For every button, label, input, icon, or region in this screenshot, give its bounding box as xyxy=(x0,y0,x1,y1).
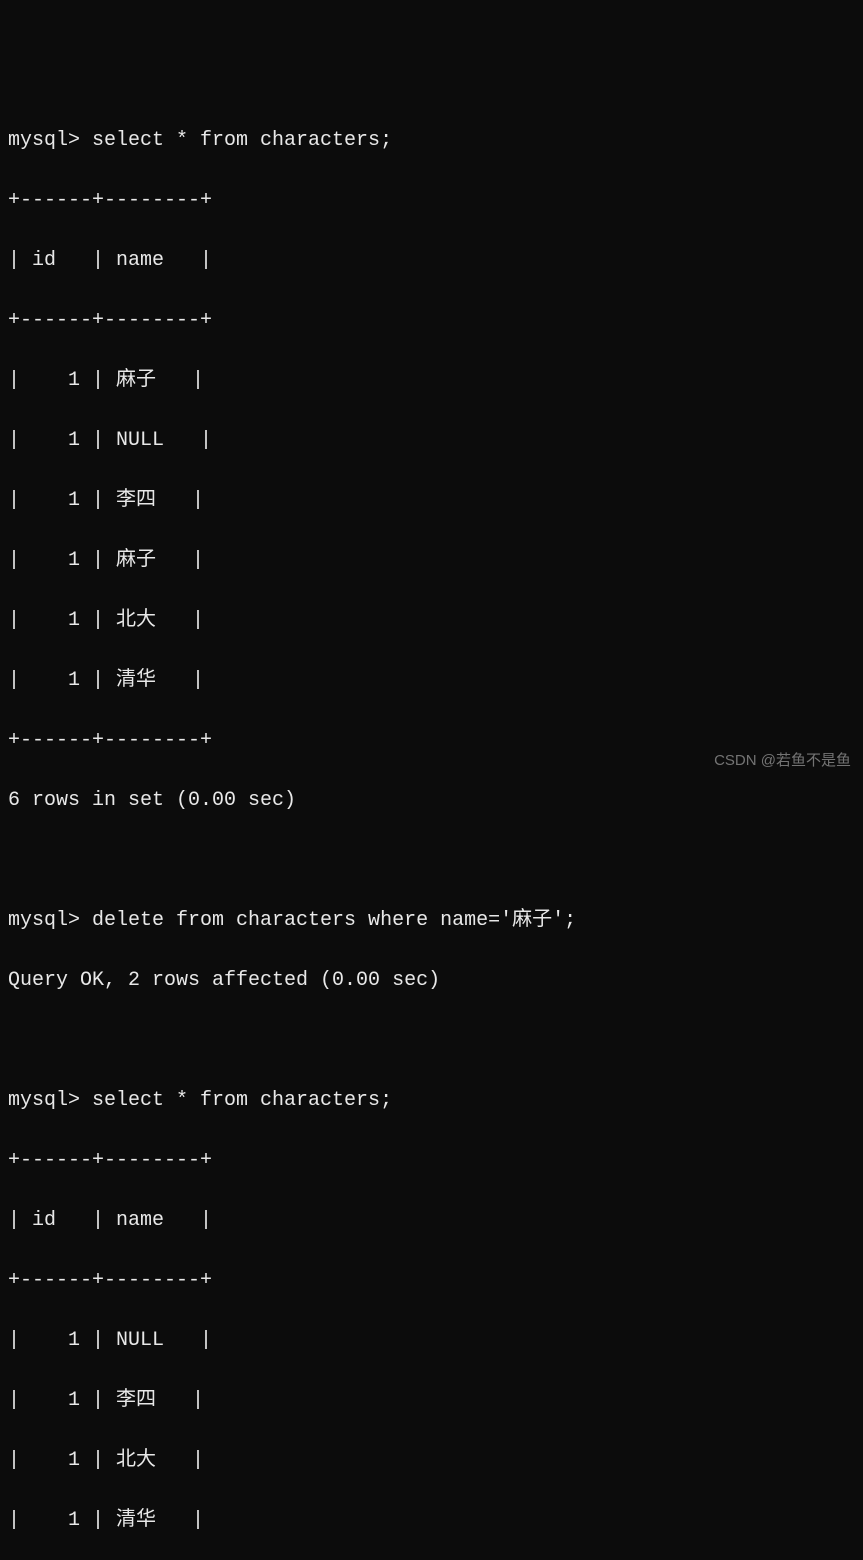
table-row: | 1 | 北大 | xyxy=(8,606,855,636)
watermark-text: CSDN @若鱼不是鱼 xyxy=(714,750,851,773)
query1-border-top: +------+--------+ xyxy=(8,186,855,216)
query3-header: | id | name | xyxy=(8,1206,855,1236)
query1-command: select * from characters; xyxy=(92,129,392,152)
query1-header: | id | name | xyxy=(8,246,855,276)
query2-command: delete from characters where name='麻子'; xyxy=(92,909,576,932)
table-row: | 1 | 清华 | xyxy=(8,666,855,696)
table-row: | 1 | 李四 | xyxy=(8,1386,855,1416)
query1-command-line[interactable]: mysql> select * from characters; xyxy=(8,126,855,156)
mysql-prompt: mysql> xyxy=(8,129,92,152)
blank-line xyxy=(8,1026,855,1056)
query2-result: Query OK, 2 rows affected (0.00 sec) xyxy=(8,966,855,996)
table-row: | 1 | 清华 | xyxy=(8,1506,855,1536)
query3-border-mid: +------+--------+ xyxy=(8,1266,855,1296)
query3-command: select * from characters; xyxy=(92,1089,392,1112)
table-row: | 1 | NULL | xyxy=(8,1326,855,1356)
blank-line xyxy=(8,846,855,876)
query3-border-top: +------+--------+ xyxy=(8,1146,855,1176)
table-row: | 1 | 麻子 | xyxy=(8,546,855,576)
query3-command-line[interactable]: mysql> select * from characters; xyxy=(8,1086,855,1116)
query2-command-line[interactable]: mysql> delete from characters where name… xyxy=(8,906,855,936)
table-row: | 1 | 北大 | xyxy=(8,1446,855,1476)
table-row: | 1 | NULL | xyxy=(8,426,855,456)
query1-border-mid: +------+--------+ xyxy=(8,306,855,336)
mysql-prompt: mysql> xyxy=(8,1089,92,1112)
table-row: | 1 | 麻子 | xyxy=(8,366,855,396)
table-row: | 1 | 李四 | xyxy=(8,486,855,516)
mysql-prompt: mysql> xyxy=(8,909,92,932)
query1-footer: 6 rows in set (0.00 sec) xyxy=(8,786,855,816)
